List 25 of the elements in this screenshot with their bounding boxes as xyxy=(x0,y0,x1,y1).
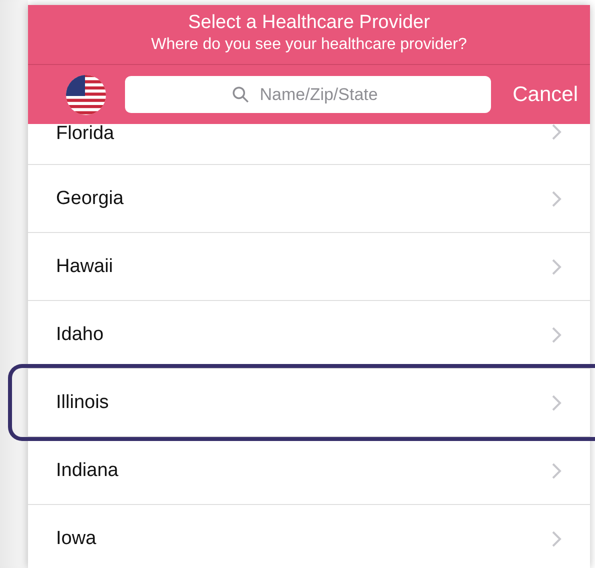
state-row[interactable]: Illinois xyxy=(28,369,590,437)
state-row[interactable]: Hawaii xyxy=(28,233,590,301)
state-row[interactable]: Indiana xyxy=(28,437,590,505)
chevron-icon xyxy=(552,394,562,410)
state-name: Georgia xyxy=(56,188,124,210)
state-row[interactable]: Iowa xyxy=(28,505,590,568)
chevron-icon xyxy=(552,124,562,140)
chevron-icon xyxy=(552,462,562,478)
state-name: Idaho xyxy=(56,324,104,346)
search-icon xyxy=(232,86,249,103)
state-name: Florida xyxy=(56,124,114,144)
state-row[interactable]: Idaho xyxy=(28,301,590,369)
screen-title: Select a Healthcare Provider xyxy=(187,11,431,34)
state-name: Indiana xyxy=(56,460,118,482)
state-name: Iowa xyxy=(56,528,96,550)
chevron-icon xyxy=(552,530,562,546)
state-name: Illinois xyxy=(56,392,109,414)
screen-subtitle: Where do you see your healthcare provider? xyxy=(28,34,590,65)
state-row[interactable]: Florida xyxy=(28,124,590,165)
chevron-icon xyxy=(552,190,562,206)
state-name: Hawaii xyxy=(56,256,114,278)
state-row[interactable]: Georgia xyxy=(28,165,590,233)
chevron-icon xyxy=(552,258,562,274)
chevron-icon xyxy=(552,326,562,342)
search-field[interactable]: Name/Zip/State xyxy=(125,76,491,113)
